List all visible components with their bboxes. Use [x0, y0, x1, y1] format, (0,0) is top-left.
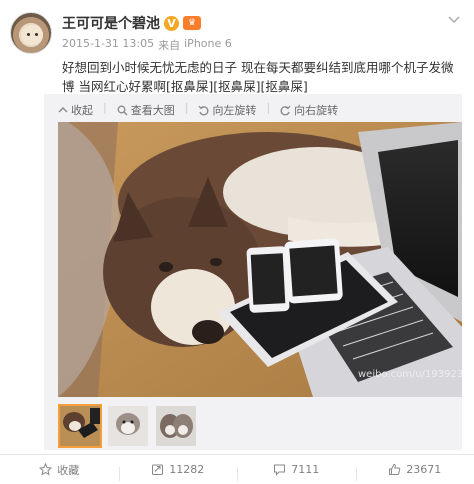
avatar-eye: [35, 33, 38, 36]
member-badge-icon[interactable]: ♛: [183, 16, 201, 30]
source-device[interactable]: iPhone 6: [184, 37, 232, 53]
star-icon: [39, 463, 53, 476]
view-large-label: 查看大图: [130, 104, 175, 117]
repost-count: 11282: [169, 463, 205, 476]
thumbnail-1[interactable]: [58, 404, 102, 448]
thumbnail-strip: [58, 404, 198, 448]
vip-badge-icon[interactable]: V: [164, 15, 179, 31]
photo-illustration: weibo.com/u/1939237397: [58, 122, 462, 397]
post-meta: 2015-1-31 13:05 来自 iPhone 6: [62, 37, 232, 53]
thumbnail-2[interactable]: [106, 404, 150, 448]
dropdown-icon[interactable]: [446, 12, 462, 28]
post-text: 好想回到小时候无忧无虑的日子 现在每天都要纠结到底用哪个机子发微博 当网红心好累…: [62, 60, 454, 94]
thumbnail-3[interactable]: [154, 404, 198, 448]
repost-button[interactable]: 11282: [118, 463, 238, 481]
post-timestamp[interactable]: 2015-1-31 13:05: [62, 37, 154, 53]
like-button[interactable]: 23671: [355, 463, 474, 481]
comment-count: 7111: [291, 463, 320, 476]
toolbar-divider: |: [184, 101, 189, 114]
avatar-eye: [27, 33, 30, 36]
rotate-right-button[interactable]: 向右旋转: [280, 101, 338, 119]
username[interactable]: 王可可是个碧池: [62, 13, 160, 33]
like-icon: [389, 463, 401, 475]
avatar-face: [21, 25, 43, 45]
photo-watermark: weibo.com/u/1939237397: [358, 369, 462, 380]
rotate-left-icon: [198, 105, 209, 115]
action-bar: 收藏 11282 7111 23671: [0, 454, 474, 484]
source-prefix: 来自: [158, 39, 181, 52]
toolbar-divider: |: [103, 101, 107, 114]
rotate-left-label: 向左旋转: [212, 104, 257, 117]
avatar[interactable]: [10, 12, 52, 54]
repost-icon: [152, 464, 164, 475]
rotate-left-button[interactable]: 向左旋转: [198, 101, 256, 119]
comment-button[interactable]: 7111: [237, 463, 356, 481]
collapse-button[interactable]: 收起: [58, 101, 93, 119]
view-large-button[interactable]: 查看大图: [117, 101, 175, 119]
main-photo[interactable]: weibo.com/u/1939237397: [58, 122, 462, 397]
rotate-right-icon: [280, 105, 291, 115]
favorite-label: 收藏: [57, 463, 80, 477]
post-header: 王可可是个碧池 V ♛ 2015-1-31 13:05 来自 iPhone 6: [0, 0, 474, 56]
media-toolbar: 收起 | 查看大图 | 向左旋转 | 向右旋转: [58, 101, 338, 119]
favorite-button[interactable]: 收藏: [0, 462, 119, 478]
comment-icon: [274, 464, 286, 476]
toolbar-divider: |: [266, 101, 271, 114]
collapse-icon: [58, 107, 68, 113]
zoom-icon: [117, 105, 128, 115]
rotate-right-label: 向右旋转: [294, 104, 339, 117]
collapse-label: 收起: [71, 104, 93, 117]
like-count: 23671: [406, 463, 442, 476]
username-row: 王可可是个碧池 V ♛: [62, 14, 201, 32]
